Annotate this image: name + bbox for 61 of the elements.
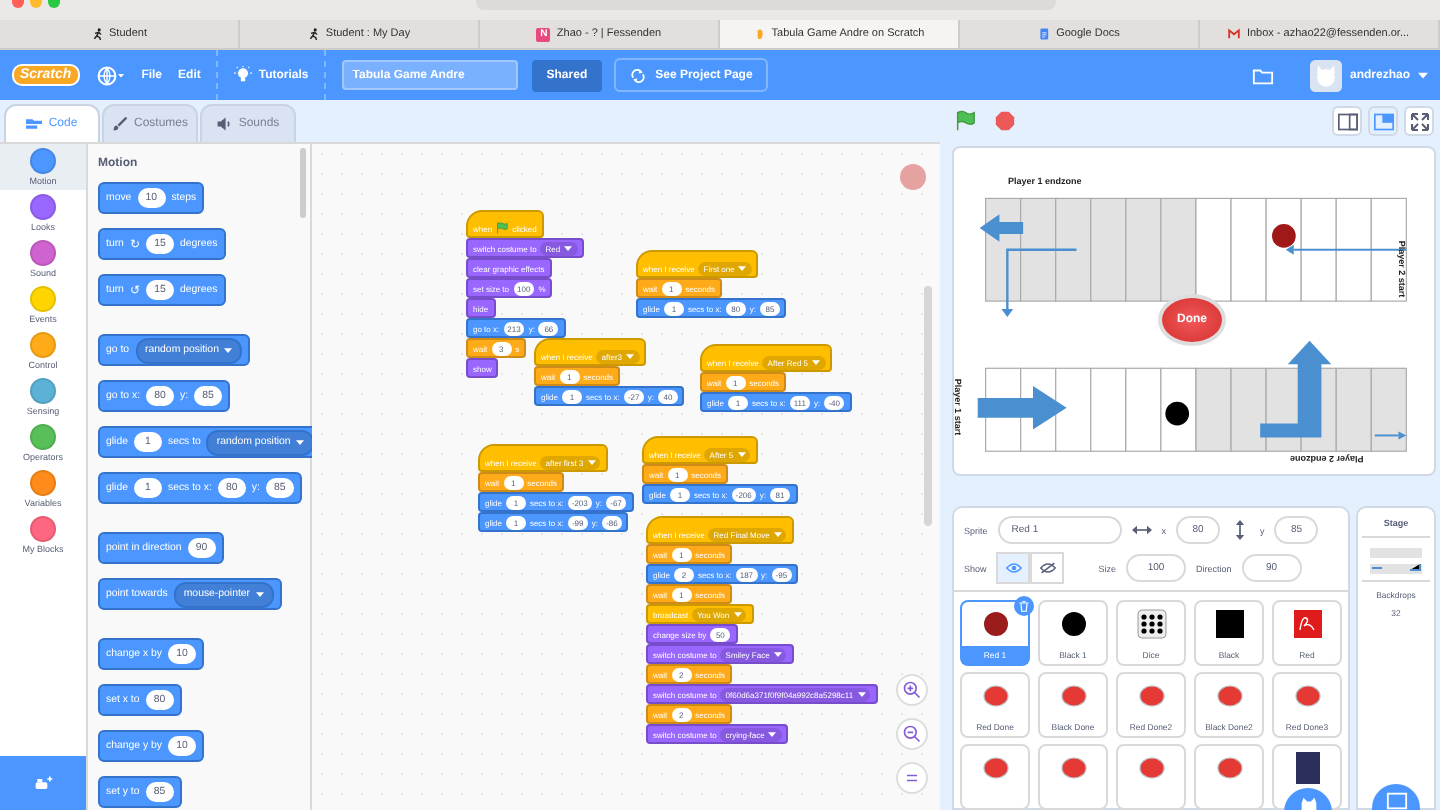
caret-icon: [768, 731, 777, 737]
add-extension-button[interactable]: [0, 756, 86, 810]
code-icon: [26, 116, 43, 132]
caret-icon: [738, 265, 747, 271]
caret-icon: [857, 691, 866, 697]
flag-icon: [496, 222, 509, 234]
fullscreen-icon: [1409, 111, 1429, 131]
avatar-icon[interactable]: [1309, 59, 1342, 91]
caret-icon: [626, 353, 635, 359]
sprite-ghost-icon: [900, 164, 926, 190]
paintbrush-icon: [111, 116, 128, 132]
show-sprite-button[interactable]: [996, 552, 1031, 584]
caret-icon: [256, 591, 265, 597]
caret-icon: [224, 347, 233, 353]
trash-icon: [1018, 600, 1030, 612]
scrollbar[interactable]: [300, 148, 306, 218]
runner-icon: [91, 28, 104, 40]
scrollbar[interactable]: [924, 286, 932, 526]
mail-icon: [1228, 28, 1241, 40]
normal-stage-icon: [1373, 111, 1393, 131]
caret-icon: [812, 359, 821, 365]
eye-slash-icon: [1039, 560, 1056, 576]
sprite-tile[interactable]: [1116, 744, 1186, 810]
delete-sprite-button[interactable]: [1014, 596, 1034, 616]
sprite-tile[interactable]: [1038, 744, 1108, 810]
folder-icon[interactable]: [1251, 65, 1274, 85]
refresh-icon: [629, 67, 646, 83]
caret-icon[interactable]: [1418, 71, 1428, 79]
small-stage-icon: [1337, 111, 1357, 131]
small-stage-button[interactable]: [1332, 106, 1362, 136]
stop-icon[interactable]: [994, 110, 1016, 132]
language-globe-icon[interactable]: [95, 65, 126, 85]
caret-icon: [773, 651, 782, 657]
sprite-tile[interactable]: [960, 744, 1030, 810]
extension-icon: [33, 773, 53, 793]
flag-icon[interactable]: [954, 110, 976, 132]
caret-icon: [737, 451, 746, 457]
lightbulb-icon: [234, 66, 253, 84]
speaker-icon: [216, 116, 233, 132]
zoom-out-icon: [902, 724, 922, 744]
zoom-in-icon: [902, 680, 922, 700]
eye-icon: [1005, 560, 1022, 576]
dice-thumbnail: [1131, 608, 1171, 640]
fullscreen-button[interactable]: [1404, 106, 1434, 136]
caret-icon: [564, 245, 573, 251]
caret-icon: [587, 459, 596, 465]
zoom-out-button[interactable]: [896, 718, 928, 750]
backdrop-thumbnail[interactable]: [1362, 536, 1430, 582]
caret-icon: [773, 531, 782, 537]
horizontal-arrows-icon: [1131, 520, 1152, 540]
hide-sprite-button[interactable]: [1030, 552, 1065, 584]
scratch-favicon-icon: [753, 28, 766, 40]
sprite-tile[interactable]: [1194, 744, 1264, 810]
zoom-in-button[interactable]: [896, 674, 928, 706]
runner-icon: [307, 28, 320, 40]
caret-icon: [296, 439, 305, 445]
maximize-window-icon[interactable]: [48, 0, 60, 8]
caret-icon: [733, 611, 742, 617]
document-icon: [1038, 28, 1051, 40]
picture-icon: [1385, 789, 1407, 810]
close-window-icon[interactable]: [12, 0, 24, 8]
